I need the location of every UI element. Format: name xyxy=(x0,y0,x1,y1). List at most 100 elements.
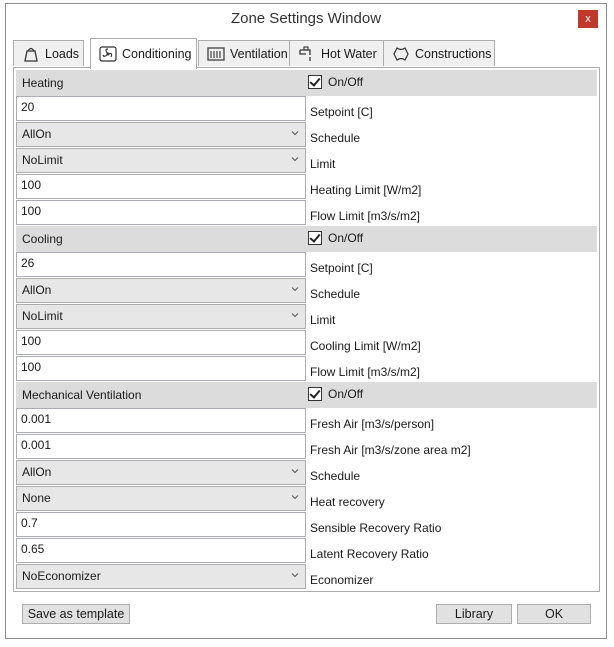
fan-icon xyxy=(99,46,117,62)
conditioning-panel: Heating On/Off 20 Setpoint [C] AllOn Sch… xyxy=(13,67,600,592)
tab-label: Constructions xyxy=(415,46,492,61)
sensible-ratio-input[interactable]: 0.7 xyxy=(16,512,306,537)
cooling-schedule-dropdown[interactable]: AllOn xyxy=(16,278,306,303)
cooling-schedule-row: AllOn Schedule xyxy=(16,278,597,304)
field-label: Flow Limit [m3/s/m2] xyxy=(310,365,421,379)
chevron-down-icon xyxy=(291,573,299,578)
field-label: Fresh Air [m3/s/person] xyxy=(310,417,435,431)
cooling-setpoint-row: 26 Setpoint [C] xyxy=(16,252,597,278)
field-label: Cooling Limit [W/m2] xyxy=(310,339,421,353)
heat-recovery-dropdown[interactable]: None xyxy=(16,486,306,511)
field-label: Limit xyxy=(310,157,336,171)
weight-icon xyxy=(24,47,38,62)
heating-setpoint-input[interactable]: 20 xyxy=(16,96,306,121)
cooling-limit-value-row: 100 Cooling Limit [W/m2] xyxy=(16,330,597,356)
dropdown-value: NoLimit xyxy=(22,153,63,167)
tab-label: Conditioning xyxy=(122,47,192,61)
dropdown-value: AllOn xyxy=(22,465,52,479)
checkbox-checked-icon xyxy=(308,231,322,245)
tab-label: Loads xyxy=(45,46,80,61)
cooling-limit-input[interactable]: 100 xyxy=(16,330,306,355)
tab-ventilation[interactable]: Ventilation xyxy=(198,40,290,66)
ok-button[interactable]: OK xyxy=(517,604,591,624)
tab-loads[interactable]: Loads xyxy=(13,40,84,66)
chevron-down-icon xyxy=(291,469,299,474)
field-label: Latent Recovery Ratio xyxy=(310,547,429,561)
field-label: Schedule xyxy=(310,469,361,483)
chevron-down-icon xyxy=(291,157,299,162)
latent-ratio-row: 0.65 Latent Recovery Ratio xyxy=(16,538,597,564)
tab-constructions[interactable]: Constructions xyxy=(383,40,495,66)
checkbox-checked-icon xyxy=(308,75,322,89)
checkbox-label: On/Off xyxy=(328,387,364,401)
dropdown-value: AllOn xyxy=(22,283,52,297)
field-label: Schedule xyxy=(310,287,361,301)
close-button[interactable]: x xyxy=(578,10,598,28)
section-title: Heating xyxy=(22,76,64,90)
library-button[interactable]: Library xyxy=(436,604,512,624)
fresh-air-area-input[interactable]: 0.001 xyxy=(16,434,306,459)
heating-onoff-checkbox[interactable]: On/Off xyxy=(308,75,363,89)
cooling-flow-limit-row: 100 Flow Limit [m3/s/m2] xyxy=(16,356,597,382)
field-label: Setpoint [C] xyxy=(310,105,373,119)
field-label: Economizer xyxy=(310,573,374,587)
save-as-template-button[interactable]: Save as template xyxy=(22,604,130,624)
dropdown-value: NoEconomizer xyxy=(22,569,101,583)
field-label: Setpoint [C] xyxy=(310,261,373,275)
settings-grid: Heating On/Off 20 Setpoint [C] AllOn Sch… xyxy=(16,70,597,590)
latent-ratio-input[interactable]: 0.65 xyxy=(16,538,306,563)
mechvent-onoff-checkbox[interactable]: On/Off xyxy=(308,387,363,401)
tab-hot-water[interactable]: Hot Water xyxy=(289,40,384,66)
vent-icon xyxy=(207,46,225,61)
chevron-down-icon xyxy=(291,287,299,292)
sensible-ratio-row: 0.7 Sensible Recovery Ratio xyxy=(16,512,597,538)
mechvent-schedule-dropdown[interactable]: AllOn xyxy=(16,460,306,485)
fresh-air-person-row: 0.001 Fresh Air [m3/s/person] xyxy=(16,408,597,434)
cooling-header: Cooling On/Off xyxy=(16,226,597,252)
mechvent-header: Mechanical Ventilation On/Off xyxy=(16,382,597,408)
cooling-onoff-checkbox[interactable]: On/Off xyxy=(308,231,363,245)
field-label: Heating Limit [W/m2] xyxy=(310,183,422,197)
heating-limit-value-row: 100 Heating Limit [W/m2] xyxy=(16,174,597,200)
economizer-row: NoEconomizer Economizer xyxy=(16,564,597,590)
chevron-down-icon xyxy=(291,131,299,136)
cooling-flow-limit-input[interactable]: 100 xyxy=(16,356,306,381)
dropdown-value: AllOn xyxy=(22,127,52,141)
heating-schedule-dropdown[interactable]: AllOn xyxy=(16,122,306,147)
title-bar: Zone Settings Window x xyxy=(6,4,606,33)
mechvent-schedule-row: AllOn Schedule xyxy=(16,460,597,486)
chevron-down-icon xyxy=(291,495,299,500)
cooling-setpoint-input[interactable]: 26 xyxy=(16,252,306,277)
section-title: Mechanical Ventilation xyxy=(22,388,142,402)
fresh-air-person-input[interactable]: 0.001 xyxy=(16,408,306,433)
field-label: Schedule xyxy=(310,131,361,145)
section-title: Cooling xyxy=(22,232,63,246)
window-title: Zone Settings Window xyxy=(230,10,382,27)
dropdown-value: NoLimit xyxy=(22,309,63,323)
checkbox-label: On/Off xyxy=(328,231,364,245)
checkbox-checked-icon xyxy=(308,387,322,401)
field-label: Flow Limit [m3/s/m2] xyxy=(310,209,421,223)
zone-settings-window: Zone Settings Window x Loads Conditionin… xyxy=(5,3,607,639)
checkbox-label: On/Off xyxy=(328,75,364,89)
field-label: Fresh Air [m3/s/zone area m2] xyxy=(310,443,471,457)
dropdown-value: None xyxy=(22,491,51,505)
heating-limit-row: NoLimit Limit xyxy=(16,148,597,174)
heating-setpoint-row: 20 Setpoint [C] xyxy=(16,96,597,122)
field-label: Limit xyxy=(310,313,336,327)
field-label: Heat recovery xyxy=(310,495,385,509)
cooling-limit-dropdown[interactable]: NoLimit xyxy=(16,304,306,329)
heating-header: Heating On/Off xyxy=(16,70,597,96)
heat-recovery-row: None Heat recovery xyxy=(16,486,597,512)
chevron-down-icon xyxy=(291,313,299,318)
tab-conditioning[interactable]: Conditioning xyxy=(90,38,197,69)
heating-flow-limit-input[interactable]: 100 xyxy=(16,200,306,225)
heating-limit-dropdown[interactable]: NoLimit xyxy=(16,148,306,173)
fresh-air-area-row: 0.001 Fresh Air [m3/s/zone area m2] xyxy=(16,434,597,460)
field-label: Sensible Recovery Ratio xyxy=(310,521,442,535)
economizer-dropdown[interactable]: NoEconomizer xyxy=(16,564,306,589)
heating-limit-input[interactable]: 100 xyxy=(16,174,306,199)
faucet-icon xyxy=(299,45,311,61)
heating-schedule-row: AllOn Schedule xyxy=(16,122,597,148)
construction-icon xyxy=(393,46,409,61)
